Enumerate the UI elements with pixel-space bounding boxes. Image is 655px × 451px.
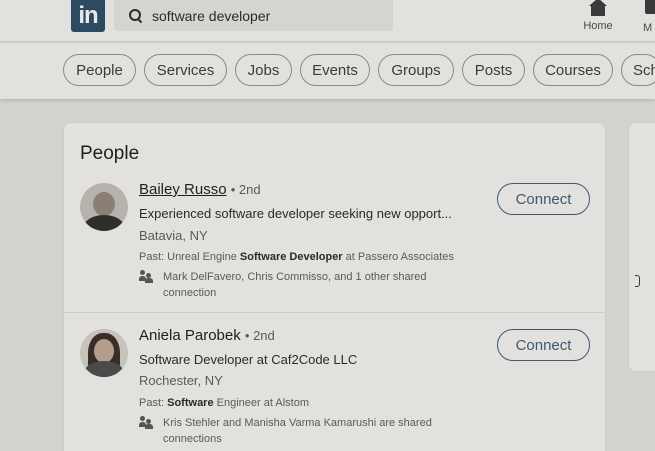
name-line: Aniela Parobek • 2nd [139,327,275,344]
shared-connections-icon [139,270,153,283]
filter-schools[interactable]: Sch [621,54,655,86]
shared-connections[interactable]: Kris Stehler and Manisha Varma Kamarushi… [163,415,483,447]
filter-services[interactable]: Services [144,54,227,86]
nav-home-label: Home [583,20,613,32]
search-filter-bar: People Services Jobs Events Groups Posts… [0,43,655,99]
person-name-link[interactable]: Aniela Parobek [139,327,241,344]
shared-connections-icon [139,416,153,429]
side-panel-card [628,122,655,372]
person-headline: Software Developer at Caf2Code LLC [139,352,358,367]
nav-more-label[interactable]: M [643,22,652,34]
connect-button[interactable]: Connect [497,329,590,361]
person-headline: Experienced software developer seeking n… [139,206,452,221]
filter-jobs[interactable]: Jobs [235,54,292,86]
filter-events[interactable]: Events [300,54,370,86]
top-nav: in software developer Home M [0,0,655,42]
connection-degree: • 2nd [244,328,275,343]
person-name-link[interactable]: Bailey Russo [139,181,227,198]
search-input[interactable]: software developer [152,8,270,24]
nav-home[interactable]: Home [574,0,622,42]
shared-connections[interactable]: Mark DelFavero, Chris Commisso, and 1 ot… [163,269,483,301]
filter-courses[interactable]: Courses [533,54,613,86]
connection-degree: • 2nd [230,182,261,197]
avatar[interactable] [80,183,128,231]
person-location: Rochester, NY [139,373,223,388]
past-position: Past: Software Engineer at Alstom [139,397,309,409]
filter-people[interactable]: People [63,54,136,86]
linkedin-logo[interactable]: in [71,0,105,32]
people-results-card: People Bailey Russo • 2nd Experienced so… [63,122,606,451]
avatar[interactable] [80,329,128,377]
home-icon [585,0,611,16]
person-location: Batavia, NY [139,228,208,243]
card-title: People [80,143,140,164]
past-position: Past: Unreal Engine Software Developer a… [139,251,454,263]
filter-posts[interactable]: Posts [462,54,525,86]
search-icon [129,8,143,23]
name-line: Bailey Russo • 2nd [139,181,261,198]
search-bar[interactable]: software developer [114,0,393,31]
connect-button[interactable]: Connect [497,183,590,215]
nav-more-icon[interactable] [645,0,655,14]
filter-groups[interactable]: Groups [378,54,454,86]
list-item: Aniela Parobek • 2nd Software Developer … [64,327,605,451]
list-item: Bailey Russo • 2nd Experienced software … [64,181,605,313]
side-panel-glyph [635,275,640,287]
